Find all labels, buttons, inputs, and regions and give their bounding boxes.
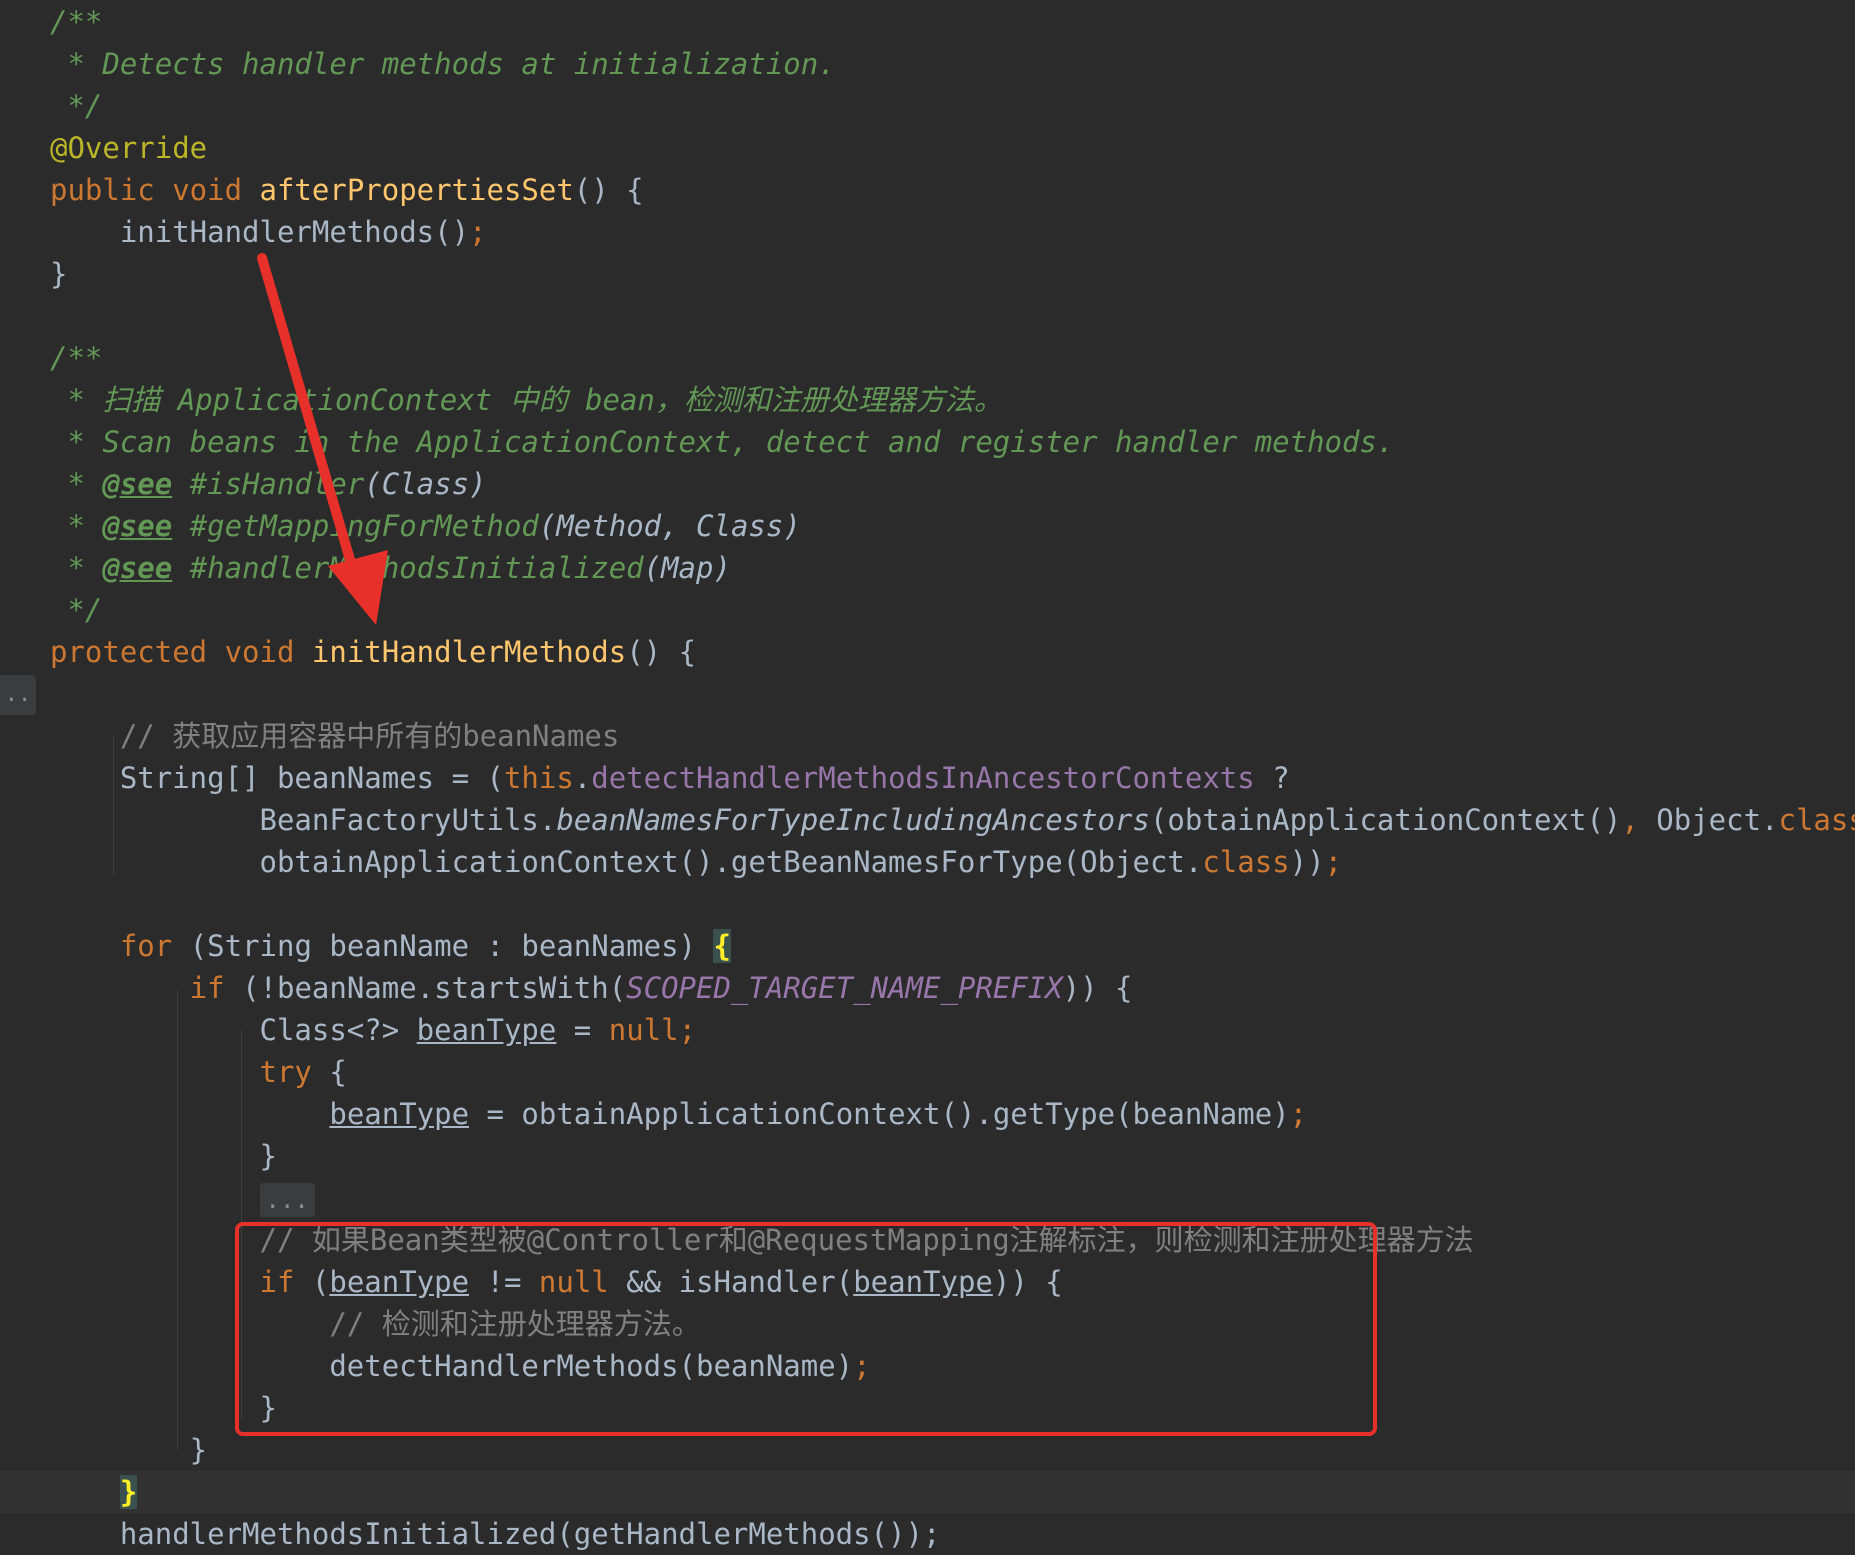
code-line: BeanFactoryUtils.beanNamesForTypeIncludi… (50, 803, 1855, 837)
code-line: obtainApplicationContext().getBeanNamesF… (50, 845, 1343, 879)
code-line: handlerMethodsInitialized(getHandlerMeth… (50, 1517, 941, 1551)
code-line: Class<?> beanType = null; (50, 1013, 697, 1047)
code-line: } (50, 1139, 277, 1173)
code-line: String[] beanNames = (this.detectHandler… (50, 761, 1290, 795)
gutter (0, 0, 40, 1528)
code-line: try { (50, 1055, 347, 1089)
code-line: initHandlerMethods(); (50, 215, 487, 249)
code-line: */ (50, 89, 103, 123)
code-editor[interactable]: .. /** * Detects handler methods at init… (0, 0, 1855, 1551)
current-line-highlight (0, 1471, 1855, 1513)
code-line: } (50, 257, 68, 291)
highlight-box (235, 1222, 1377, 1436)
code-line: protected void initHandlerMethods() { (50, 635, 697, 669)
code-line: * Scan beans in the ApplicationContext, … (50, 425, 1395, 459)
code-line: } (119, 1475, 138, 1509)
code-line: } (50, 1433, 208, 1467)
code-line: * @see #handlerMethodsInitialized(Map) (50, 551, 731, 585)
code-line: * Detects handler methods at initializat… (50, 47, 836, 81)
code-line: * @see #getMappingForMethod(Method, Clas… (50, 509, 801, 543)
code-line: * @see #isHandler(Class) (50, 467, 487, 501)
code-line: */ (50, 593, 103, 627)
code-line: // 获取应用容器中所有的beanNames (50, 719, 620, 753)
code-line: if (!beanName.startsWith(SCOPED_TARGET_N… (50, 971, 1133, 1005)
code-line: public void afterPropertiesSet() { (50, 173, 644, 207)
code-line: /** (50, 341, 103, 375)
code-line: @Override (50, 131, 208, 165)
folded-code-ellipsis[interactable]: ... (259, 1183, 315, 1217)
code-line: ... (50, 1177, 315, 1219)
code-line: beanType = obtainApplicationContext().ge… (329, 1097, 1308, 1131)
code-line: for (String beanName : beanNames) { (50, 929, 731, 963)
code-line: * 扫描 ApplicationContext 中的 bean，检测和注册处理器… (50, 383, 1003, 417)
code-line: /** (50, 5, 103, 39)
fold-marker[interactable]: .. (0, 675, 36, 715)
